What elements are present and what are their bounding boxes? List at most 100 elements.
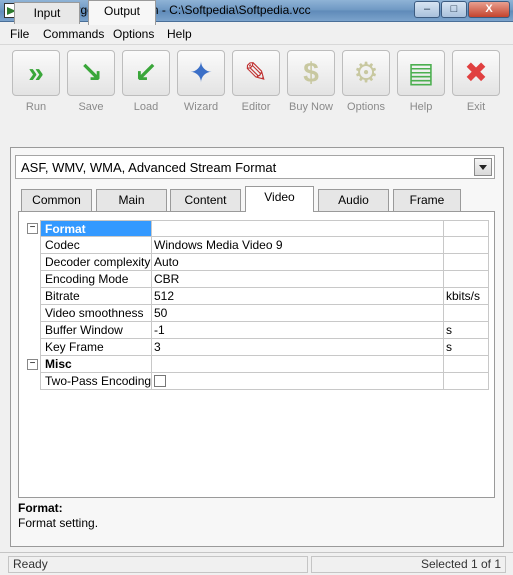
- property-value[interactable]: [151, 373, 443, 390]
- chevron-down-icon[interactable]: [474, 158, 492, 176]
- toolbar-label: Exit: [466, 101, 486, 113]
- toolbar-options-button[interactable]: ⚙ Options: [341, 50, 391, 114]
- property-name: Codec: [40, 237, 151, 254]
- close-button[interactable]: X: [468, 1, 510, 18]
- property-name: Key Frame: [40, 339, 151, 356]
- property-value[interactable]: -1: [151, 322, 443, 339]
- format-select[interactable]: ASF, WMV, WMA, Advanced Stream Format: [15, 155, 495, 179]
- tab-input[interactable]: Input: [14, 2, 80, 24]
- menu-options[interactable]: Options: [113, 27, 154, 41]
- tab-common-label: Common: [32, 193, 81, 207]
- menu-file[interactable]: File: [10, 27, 29, 41]
- description-text: Format setting.: [18, 516, 99, 530]
- save-icon: ↘: [67, 50, 115, 96]
- toolbar: » Run ↘ Save ↙ Load ✦ Wizard ✎ Editor $ Buy Now ⚙ Opt…: [0, 46, 513, 116]
- category-row[interactable]: − Misc: [25, 356, 489, 373]
- menu-bar: File Commands Options Help: [0, 23, 513, 45]
- exit-x-icon: ✖: [452, 50, 500, 96]
- category-row[interactable]: − Format: [25, 220, 489, 237]
- tab-common[interactable]: Common: [21, 189, 92, 211]
- tab-output[interactable]: Output: [88, 0, 156, 25]
- property-value[interactable]: Windows Media Video 9: [151, 237, 443, 254]
- toolbar-label: Options: [347, 101, 385, 113]
- property-unit: [443, 373, 489, 390]
- property-row[interactable]: Two-Pass Encoding: [25, 373, 489, 390]
- property-row[interactable]: Codec Windows Media Video 9: [25, 237, 489, 254]
- toolbar-label: Help: [409, 101, 433, 113]
- editor-film-icon: ✎: [232, 50, 280, 96]
- maximize-button[interactable]: □: [441, 1, 467, 18]
- property-unit: [443, 220, 489, 237]
- tab-frame-label: Frame: [409, 193, 445, 207]
- property-unit: s: [443, 322, 489, 339]
- wizard-wand-icon: ✦: [177, 50, 225, 96]
- tab-audio-label: Audio: [338, 193, 369, 207]
- toolbar-wizard-button[interactable]: ✦ Wizard: [176, 50, 226, 114]
- toolbar-buy-now-button[interactable]: $ Buy Now: [286, 50, 336, 114]
- toolbar-editor-button[interactable]: ✎ Editor: [231, 50, 281, 114]
- description-title: Format:: [18, 501, 63, 515]
- tab-video-label: Video: [264, 190, 295, 204]
- property-unit: s: [443, 339, 489, 356]
- property-unit: [443, 356, 489, 373]
- property-row[interactable]: Key Frame 3 s: [25, 339, 489, 356]
- dollar-icon: $: [287, 50, 335, 96]
- status-bar: Ready Selected 1 of 1: [0, 552, 513, 575]
- load-icon: ↙: [122, 50, 170, 96]
- tab-main[interactable]: Main: [96, 189, 167, 211]
- property-unit: kbits/s: [443, 288, 489, 305]
- property-unit: [443, 237, 489, 254]
- property-row[interactable]: Encoding Mode CBR: [25, 271, 489, 288]
- tab-frame[interactable]: Frame: [393, 189, 461, 211]
- run-arrows-icon: »: [12, 50, 60, 96]
- menu-help[interactable]: Help: [167, 27, 192, 41]
- property-value: [151, 220, 443, 237]
- property-value[interactable]: Auto: [151, 254, 443, 271]
- toolbar-save-button[interactable]: ↘ Save: [66, 50, 116, 114]
- tab-content[interactable]: Content: [170, 189, 241, 211]
- property-unit: [443, 271, 489, 288]
- tab-audio[interactable]: Audio: [318, 189, 389, 211]
- property-unit: [443, 305, 489, 322]
- two-pass-checkbox[interactable]: [154, 374, 166, 387]
- format-select-value: ASF, WMV, WMA, Advanced Stream Format: [21, 160, 277, 175]
- collapse-icon[interactable]: −: [27, 359, 38, 370]
- toolbar-label: Buy Now: [288, 101, 334, 113]
- property-value: [151, 356, 443, 373]
- property-name: Buffer Window: [40, 322, 151, 339]
- property-name: Video smoothness: [40, 305, 151, 322]
- toolbar-load-button[interactable]: ↙ Load: [121, 50, 171, 114]
- gear-icon: ⚙: [342, 50, 390, 96]
- tab-output-label: Output: [103, 4, 141, 18]
- property-value[interactable]: 50: [151, 305, 443, 322]
- property-row[interactable]: Video smoothness 50: [25, 305, 489, 322]
- property-value[interactable]: CBR: [151, 271, 443, 288]
- toolbar-label: Save: [78, 101, 104, 113]
- category-name: Format: [40, 220, 151, 237]
- property-name: Encoding Mode: [40, 271, 151, 288]
- minimize-button[interactable]: –: [414, 1, 440, 18]
- toolbar-help-button[interactable]: ▤ Help: [396, 50, 446, 114]
- property-row[interactable]: Buffer Window -1 s: [25, 322, 489, 339]
- tab-main-label: Main: [118, 193, 145, 207]
- tab-input-label: Input: [33, 6, 61, 20]
- toolbar-run-button[interactable]: » Run: [11, 50, 61, 114]
- property-row[interactable]: Bitrate 512 kbits/s: [25, 288, 489, 305]
- property-name: Two-Pass Encoding: [40, 373, 151, 390]
- collapse-icon[interactable]: −: [27, 223, 38, 234]
- property-name: Bitrate: [40, 288, 151, 305]
- toolbar-exit-button[interactable]: ✖ Exit: [451, 50, 501, 114]
- property-value[interactable]: 3: [151, 339, 443, 356]
- property-row[interactable]: Decoder complexity Auto: [25, 254, 489, 271]
- window-controls: – □ X: [413, 1, 510, 19]
- toolbar-label: Load: [133, 101, 159, 113]
- toolbar-label: Wizard: [183, 101, 219, 113]
- property-name: Decoder complexity: [40, 254, 151, 271]
- menu-commands[interactable]: Commands: [43, 27, 104, 41]
- toolbar-label: Run: [25, 101, 47, 113]
- tab-video[interactable]: Video: [245, 186, 314, 212]
- tab-content-label: Content: [184, 193, 227, 207]
- selection-count: Selected 1 of 1: [311, 556, 506, 573]
- toolbar-label: Editor: [241, 101, 271, 113]
- property-value[interactable]: 512: [151, 288, 443, 305]
